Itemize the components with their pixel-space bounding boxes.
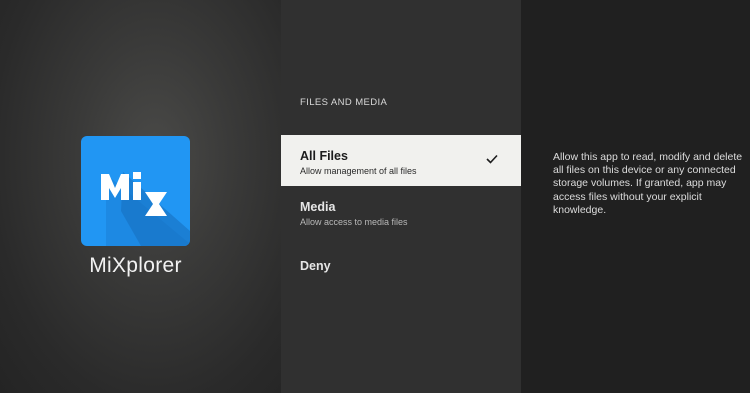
permission-options-panel: FILES AND MEDIA All Files Allow manageme… xyxy=(281,0,521,393)
option-label: All Files xyxy=(300,149,348,163)
description-panel: Allow this app to read, modify and delet… xyxy=(521,0,750,393)
section-title: FILES AND MEDIA xyxy=(300,97,388,108)
option-sublabel: Allow access to media files xyxy=(300,217,408,227)
permission-description: Allow this app to read, modify and delet… xyxy=(553,151,743,216)
option-all-files[interactable]: All Files Allow management of all files xyxy=(281,135,521,186)
option-sublabel: Allow management of all files xyxy=(300,166,417,176)
app-info-panel: MiXplorer xyxy=(0,0,281,393)
option-label: Media xyxy=(300,200,336,214)
app-name: MiXplorer xyxy=(89,254,182,277)
option-deny[interactable]: Deny xyxy=(281,245,521,296)
mixplorer-logo-icon xyxy=(81,136,190,246)
permission-screen: MiXplorer FILES AND MEDIA All Files Allo… xyxy=(0,0,750,393)
option-media[interactable]: Media Allow access to media files xyxy=(281,186,521,237)
checkmark-icon xyxy=(486,154,498,164)
option-label: Deny xyxy=(300,259,331,273)
